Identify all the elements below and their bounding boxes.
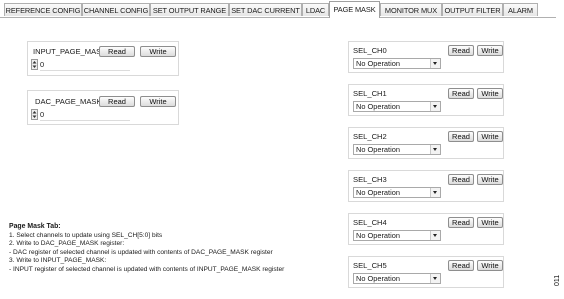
chevron-down-icon[interactable] <box>430 59 440 68</box>
sel-ch5-write-button[interactable]: Write <box>477 260 503 271</box>
sel-ch1-label: SEL_CH1 <box>353 89 387 98</box>
tab-channel-config[interactable]: CHANNEL CONFIG <box>82 3 150 16</box>
input-page-mask-panel: INPUT_PAGE_MASK Read Write 0 <box>27 41 179 76</box>
sel-ch2-label: SEL_CH2 <box>353 132 387 141</box>
sel-ch1-selected-value: No Operation <box>356 102 400 111</box>
sel-ch5-read-button[interactable]: Read <box>448 260 474 271</box>
instruction-line: 3. Write to INPUT_PAGE_MASK: <box>9 257 107 265</box>
sel-ch3-read-button[interactable]: Read <box>448 174 474 185</box>
sel-ch0-panel: SEL_CH0 Read Write No Operation <box>348 41 504 73</box>
input-page-mask-read-button[interactable]: Read <box>99 46 135 57</box>
sel-ch3-write-button[interactable]: Write <box>477 174 503 185</box>
sel-ch4-selected-value: No Operation <box>356 231 400 240</box>
sel-ch5-selected-value: No Operation <box>356 274 400 283</box>
sel-ch2-select[interactable]: No Operation <box>353 144 441 155</box>
dac-page-mask-label: DAC_PAGE_MASK <box>35 97 102 106</box>
sel-ch0-read-button[interactable]: Read <box>448 45 474 56</box>
dac-page-mask-write-button[interactable]: Write <box>140 96 176 107</box>
tab-bar: REFERENCE CONFIG CHANNEL CONFIG SET OUTP… <box>0 0 556 18</box>
sel-ch1-select[interactable]: No Operation <box>353 101 441 112</box>
sel-ch5-label: SEL_CH5 <box>353 261 387 270</box>
tab-reference-config[interactable]: REFERENCE CONFIG <box>4 3 82 16</box>
sel-ch2-write-button[interactable]: Write <box>477 131 503 142</box>
sel-ch5-select[interactable]: No Operation <box>353 273 441 284</box>
input-page-mask-label: INPUT_PAGE_MASK <box>33 47 107 56</box>
sel-ch1-panel: SEL_CH1 Read Write No Operation <box>348 84 504 116</box>
chevron-down-icon[interactable] <box>430 188 440 197</box>
chevron-down-icon[interactable] <box>430 145 440 154</box>
sel-ch0-select[interactable]: No Operation <box>353 58 441 69</box>
tab-ldac[interactable]: LDAC <box>302 3 329 16</box>
sel-ch3-panel: SEL_CH3 Read Write No Operation <box>348 170 504 202</box>
sel-ch4-label: SEL_CH4 <box>353 218 387 227</box>
chevron-down-icon[interactable] <box>430 274 440 283</box>
spinner-updown-icon[interactable] <box>31 109 38 120</box>
sel-ch0-selected-value: No Operation <box>356 59 400 68</box>
tab-output-filter[interactable]: OUTPUT FILTER <box>442 3 503 16</box>
tab-page-mask[interactable]: PAGE MASK <box>329 1 380 18</box>
input-page-mask-write-button[interactable]: Write <box>140 46 176 57</box>
sel-ch1-write-button[interactable]: Write <box>477 88 503 99</box>
input-page-mask-value[interactable]: 0 <box>40 59 130 71</box>
spinner-updown-icon[interactable] <box>31 59 38 70</box>
sel-ch4-read-button[interactable]: Read <box>448 217 474 228</box>
chevron-down-icon[interactable] <box>430 102 440 111</box>
dac-page-mask-read-button[interactable]: Read <box>99 96 135 107</box>
tab-set-dac-current[interactable]: SET DAC CURRENT <box>229 3 302 16</box>
sel-ch4-select[interactable]: No Operation <box>353 230 441 241</box>
sel-ch4-write-button[interactable]: Write <box>477 217 503 228</box>
sel-ch1-read-button[interactable]: Read <box>448 88 474 99</box>
instructions-heading: Page Mask Tab: <box>9 223 61 230</box>
dac-page-mask-panel: DAC_PAGE_MASK Read Write 0 <box>27 90 179 125</box>
sel-ch4-panel: SEL_CH4 Read Write No Operation <box>348 213 504 245</box>
sel-ch0-write-button[interactable]: Write <box>477 45 503 56</box>
instruction-line: 1. Select channels to update using SEL_C… <box>9 231 163 239</box>
sel-ch3-label: SEL_CH3 <box>353 175 387 184</box>
instruction-line: - INPUT register of selected channel is … <box>9 265 285 273</box>
instructions: Page Mask Tab: 1. Select channels to upd… <box>9 223 284 275</box>
sel-ch2-read-button[interactable]: Read <box>448 131 474 142</box>
sel-ch2-panel: SEL_CH2 Read Write No Operation <box>348 127 504 159</box>
chevron-down-icon[interactable] <box>430 231 440 240</box>
tab-set-output-range[interactable]: SET OUTPUT RANGE <box>150 3 229 16</box>
instruction-line: 2. Write to DAC_PAGE_MASK register: <box>9 240 125 248</box>
sel-ch5-panel: SEL_CH5 Read Write No Operation <box>348 256 504 288</box>
dac-page-mask-value[interactable]: 0 <box>40 109 130 121</box>
sel-ch0-label: SEL_CH0 <box>353 46 387 55</box>
sel-ch3-selected-value: No Operation <box>356 188 400 197</box>
tab-monitor-mux[interactable]: MONITOR MUX <box>380 3 442 16</box>
sel-ch3-select[interactable]: No Operation <box>353 187 441 198</box>
sel-ch2-selected-value: No Operation <box>356 145 400 154</box>
tab-alarm[interactable]: ALARM <box>503 3 538 16</box>
instruction-line: - DAC register of selected channel is up… <box>9 248 273 256</box>
figure-code: 011 <box>554 274 561 286</box>
